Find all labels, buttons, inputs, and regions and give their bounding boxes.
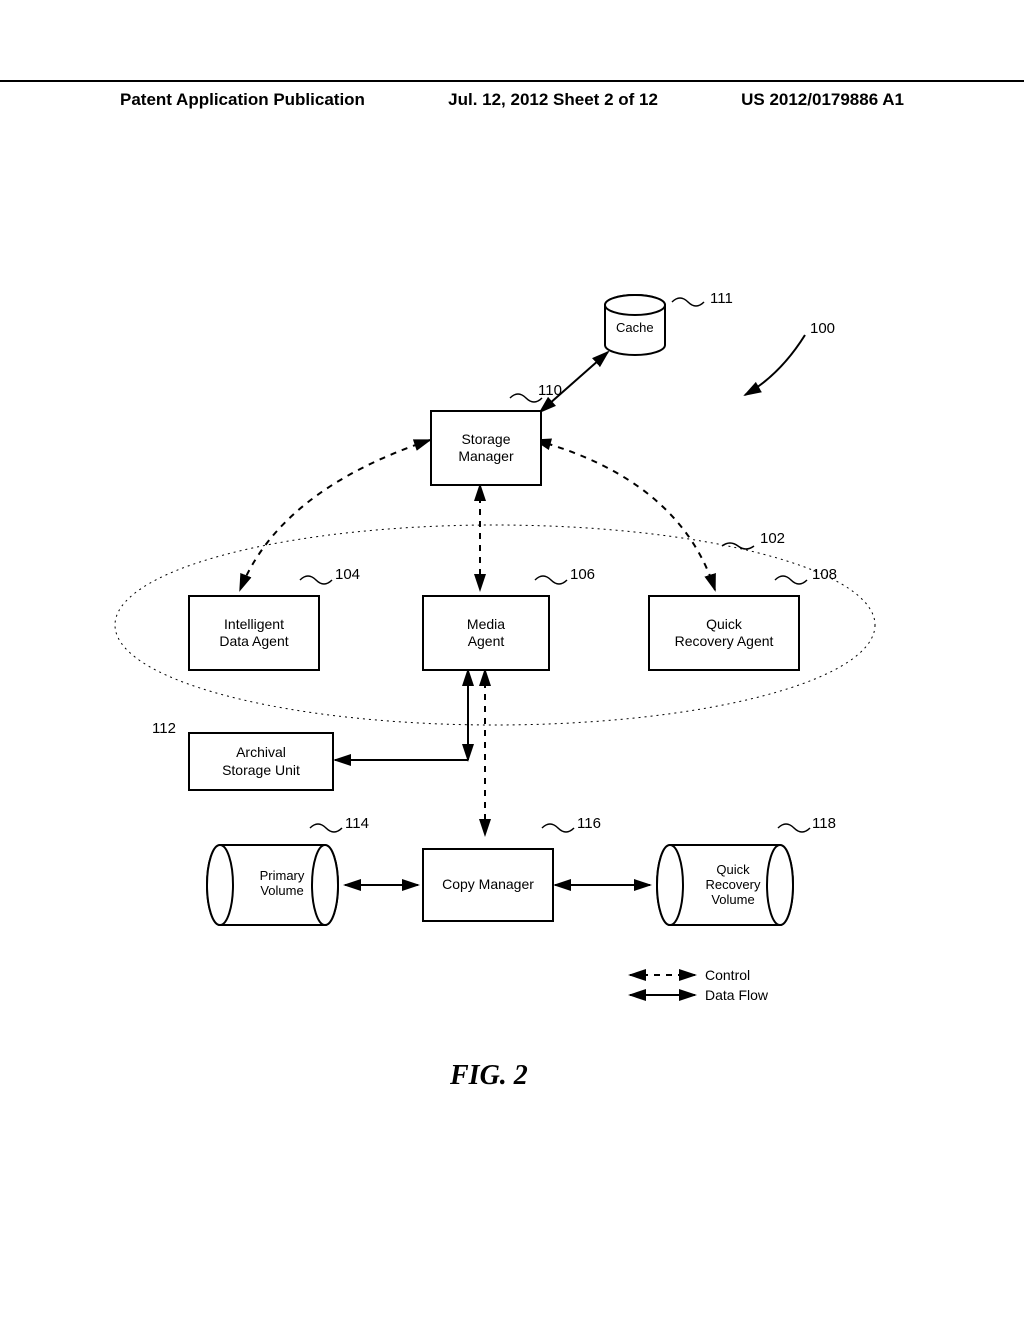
ref-118: 118: [812, 815, 836, 832]
header-right: US 2012/0179886 A1: [741, 90, 904, 110]
cache-label: Cache: [616, 320, 654, 335]
media-agent-label: MediaAgent: [467, 616, 505, 651]
media-agent-box: MediaAgent: [422, 595, 550, 671]
page-header: Patent Application Publication Jul. 12, …: [0, 80, 1024, 110]
ref-104: 104: [335, 566, 360, 583]
ref-108: 108: [812, 566, 837, 583]
primary-volume-label: PrimaryVolume: [242, 868, 322, 898]
figure-label: FIG. 2: [450, 1060, 528, 1092]
legend-control: Control: [705, 967, 750, 983]
ida-label: IntelligentData Agent: [219, 616, 288, 651]
quick-recovery-agent-box: QuickRecovery Agent: [648, 595, 800, 671]
ref-102: 102: [760, 530, 785, 547]
header-left: Patent Application Publication: [120, 90, 365, 110]
figure-area: StorageManager Cache IntelligentData Age…: [140, 270, 880, 1050]
ref-116: 116: [577, 815, 601, 832]
header-mid: Jul. 12, 2012 Sheet 2 of 12: [448, 90, 658, 110]
ref-111: 111: [710, 290, 733, 307]
intelligent-data-agent-box: IntelligentData Agent: [188, 595, 320, 671]
ref-114: 114: [345, 815, 369, 832]
ref-106: 106: [570, 566, 595, 583]
copy-manager-box: Copy Manager: [422, 848, 554, 922]
archival-storage-box: ArchivalStorage Unit: [188, 732, 334, 791]
legend-data-flow: Data Flow: [705, 987, 768, 1003]
qr-volume-label: QuickRecoveryVolume: [688, 862, 778, 907]
archival-label: ArchivalStorage Unit: [222, 744, 300, 779]
ref-100: 100: [810, 320, 835, 337]
ref-112: 112: [152, 720, 176, 737]
qra-label: QuickRecovery Agent: [675, 616, 774, 651]
storage-manager-box: StorageManager: [430, 410, 542, 486]
copy-manager-label: Copy Manager: [442, 876, 534, 894]
storage-manager-label: StorageManager: [458, 431, 513, 466]
ref-110: 110: [538, 382, 562, 399]
